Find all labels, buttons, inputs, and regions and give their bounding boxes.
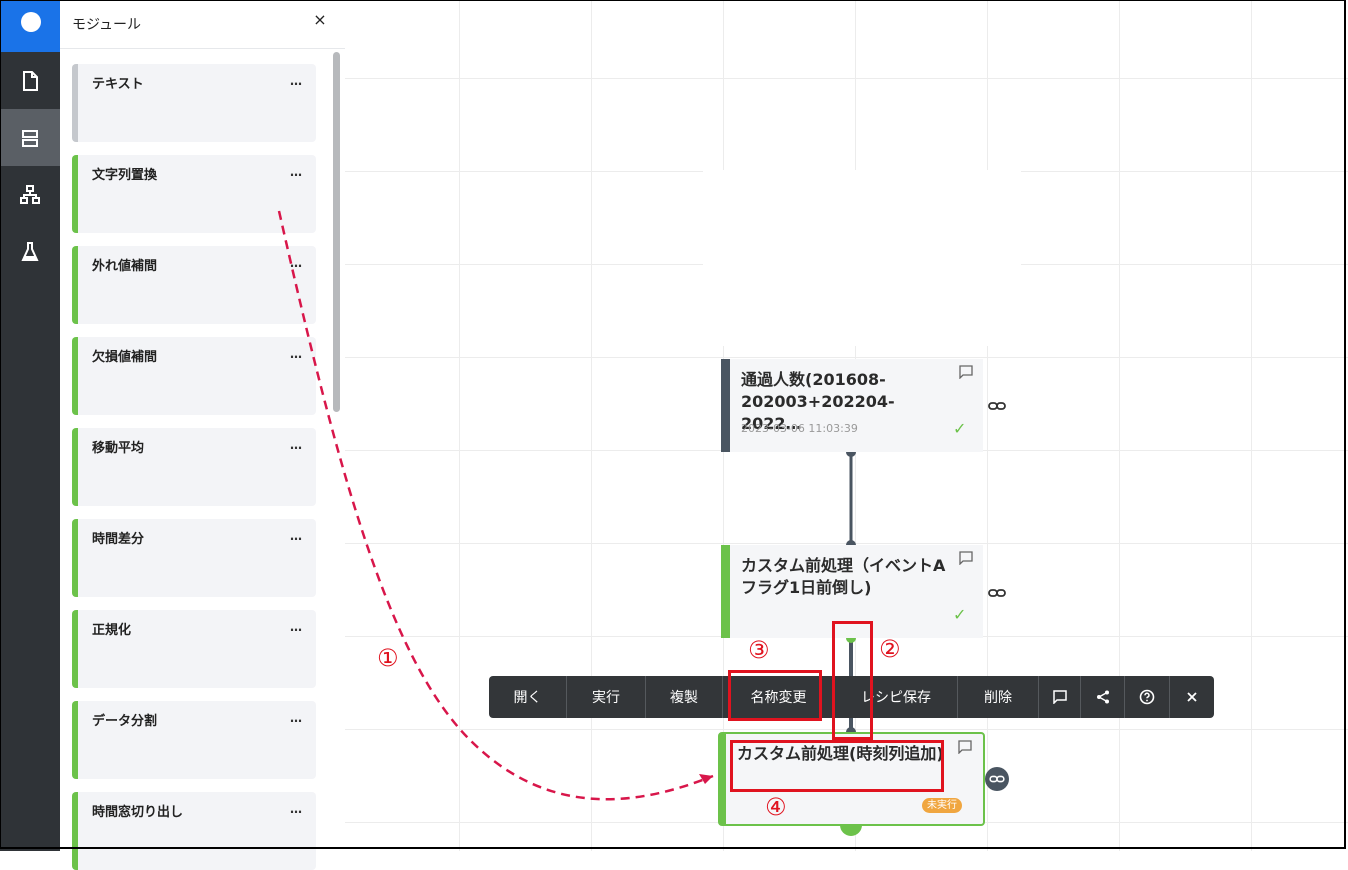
- annotation-box-rename: [728, 670, 822, 721]
- annotation-arrow: [277, 210, 714, 801]
- annotation-box-edge: [832, 621, 873, 740]
- annotation-number: ②: [879, 635, 901, 663]
- annotation-number: ④: [765, 793, 787, 821]
- annotation-number: ③: [748, 636, 770, 664]
- annotation-box-node-title: [730, 740, 944, 792]
- annotation-number: ①: [377, 644, 399, 672]
